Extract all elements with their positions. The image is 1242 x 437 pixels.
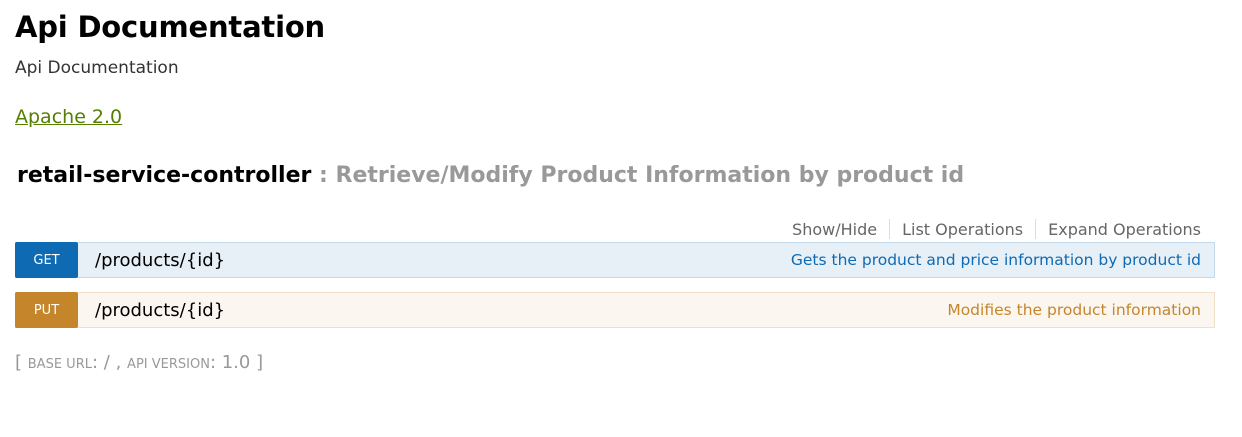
- http-method-badge-put[interactable]: PUT: [15, 292, 78, 328]
- api-title: Api Documentation: [15, 10, 326, 44]
- resource-options: Show/Hide List Operations Expand Operati…: [780, 219, 1201, 239]
- license-link[interactable]: Apache 2.0: [15, 106, 122, 128]
- resource-separator: :: [319, 163, 328, 188]
- api-version-label: api version: [127, 357, 210, 372]
- http-method-badge-get[interactable]: GET: [15, 242, 78, 278]
- footer-open-bracket: [: [15, 352, 23, 373]
- api-description: Api Documentation: [15, 58, 179, 78]
- resource-name-link[interactable]: retail-service-controller: [17, 163, 311, 188]
- api-version-value: 1.0: [221, 352, 251, 373]
- resource-heading: retail-service-controller : Retrieve/Mod…: [17, 163, 964, 188]
- show-hide-link[interactable]: Show/Hide: [780, 220, 889, 239]
- operation-put-products-id[interactable]: PUT /products/{id} Modifies the product …: [15, 292, 1215, 328]
- footer-close-bracket: ]: [256, 352, 264, 373]
- operation-summary[interactable]: Gets the product and price information b…: [791, 251, 1201, 269]
- operation-get-products-id[interactable]: GET /products/{id} Gets the product and …: [15, 242, 1215, 278]
- list-operations-link[interactable]: List Operations: [890, 220, 1035, 239]
- footer-comma: ,: [115, 352, 122, 373]
- resource-description: Retrieve/Modify Product Information by p…: [335, 163, 965, 188]
- operation-summary[interactable]: Modifies the product information: [947, 301, 1201, 319]
- api-footer: [ base url: / , api version: 1.0 ]: [15, 352, 264, 373]
- base-url-label: base url: [27, 357, 92, 372]
- operation-path[interactable]: /products/{id}: [95, 300, 225, 321]
- base-url-value: /: [103, 352, 110, 373]
- expand-operations-link[interactable]: Expand Operations: [1036, 220, 1201, 239]
- operation-path[interactable]: /products/{id}: [95, 250, 225, 271]
